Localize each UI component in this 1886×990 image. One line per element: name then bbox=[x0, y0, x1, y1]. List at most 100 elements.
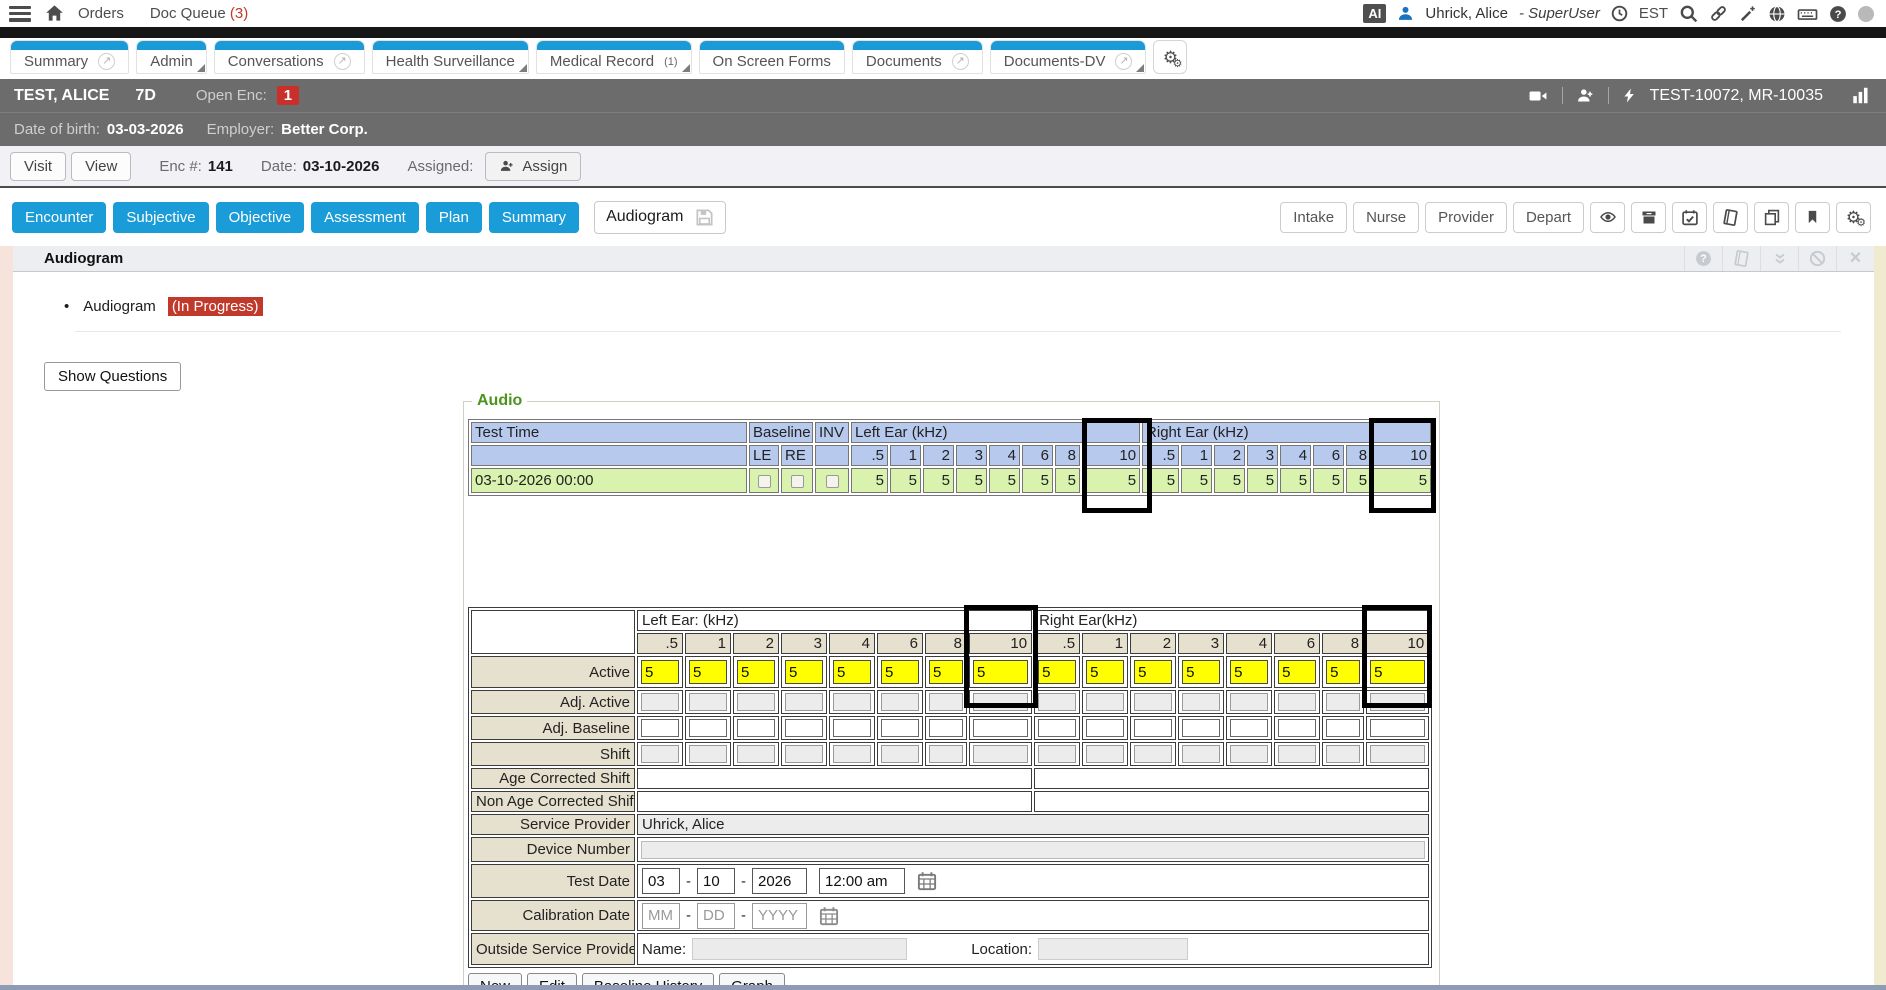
adj-baseline-field[interactable] bbox=[833, 719, 871, 737]
bookmark-button[interactable] bbox=[1795, 202, 1830, 233]
adj-baseline-field[interactable] bbox=[881, 719, 919, 737]
section-plan-button[interactable]: Plan bbox=[426, 202, 482, 233]
clock-icon[interactable] bbox=[1611, 5, 1628, 22]
active-input[interactable]: 5 bbox=[1326, 660, 1360, 684]
active-input[interactable]: 5 bbox=[929, 660, 963, 684]
active-input[interactable]: 5 bbox=[1134, 660, 1172, 684]
tab-on-screen-forms[interactable]: On Screen Forms bbox=[699, 40, 845, 74]
section-objective-button[interactable]: Objective bbox=[216, 202, 305, 233]
note-settings-button[interactable]: ⚙ ⚙ bbox=[1836, 202, 1871, 233]
test-row[interactable]: 03-10-2026 00:00 5 5 5 5 5 5 5 5 5 5 5 5… bbox=[471, 468, 1431, 493]
user-name[interactable]: Uhrick, Alice bbox=[1425, 5, 1508, 22]
nav-orders[interactable]: Orders bbox=[78, 5, 124, 22]
calibration-month-input[interactable] bbox=[642, 903, 680, 929]
section-book-icon[interactable] bbox=[1722, 246, 1760, 271]
help-icon[interactable]: ? bbox=[1829, 5, 1847, 23]
journal-button[interactable] bbox=[1713, 202, 1748, 233]
show-questions-button[interactable]: Show Questions bbox=[44, 362, 181, 391]
tab-settings-button[interactable]: ⚙ ⚙ bbox=[1153, 40, 1187, 74]
test-date-year-input[interactable] bbox=[752, 868, 807, 894]
copy-forward-button[interactable] bbox=[1754, 202, 1789, 233]
link-icon[interactable] bbox=[1709, 4, 1728, 23]
section-subjective-button[interactable]: Subjective bbox=[113, 202, 208, 233]
depart-button[interactable]: Depart bbox=[1513, 202, 1584, 233]
active-input[interactable]: 5 bbox=[1182, 660, 1220, 684]
test-date-day-input[interactable] bbox=[697, 868, 735, 894]
active-input[interactable]: 5 bbox=[737, 660, 775, 684]
tab-summary[interactable]: Summary↗ bbox=[10, 40, 129, 74]
active-input[interactable]: 5 bbox=[1038, 660, 1076, 684]
chart-stats-icon[interactable] bbox=[1850, 86, 1872, 105]
section-encounter-button[interactable]: Encounter bbox=[12, 202, 106, 233]
nurse-button[interactable]: Nurse bbox=[1353, 202, 1419, 233]
active-input[interactable]: 5 bbox=[1230, 660, 1268, 684]
preview-eye-button[interactable] bbox=[1590, 202, 1625, 233]
archive-button[interactable] bbox=[1631, 202, 1666, 233]
adj-baseline-field[interactable] bbox=[641, 719, 679, 737]
active-input[interactable]: 5 bbox=[1278, 660, 1316, 684]
home-icon[interactable] bbox=[45, 4, 64, 23]
adj-baseline-field[interactable] bbox=[1038, 719, 1076, 737]
active-input[interactable]: 5 bbox=[1086, 660, 1124, 684]
popup-arrow-icon[interactable]: ↗ bbox=[1115, 53, 1132, 70]
search-icon[interactable] bbox=[1679, 4, 1698, 23]
add-person-icon[interactable] bbox=[1576, 87, 1595, 104]
adj-baseline-field[interactable] bbox=[973, 719, 1028, 737]
section-assessment-button[interactable]: Assessment bbox=[311, 202, 419, 233]
audiogram-link[interactable]: Audiogram bbox=[83, 298, 156, 315]
adj-baseline-field[interactable] bbox=[689, 719, 727, 737]
tab-health-surveillance[interactable]: Health Surveillance bbox=[372, 40, 529, 74]
open-enc-badge[interactable]: 1 bbox=[277, 86, 299, 105]
adj-baseline-field[interactable] bbox=[1278, 719, 1316, 737]
adj-baseline-field[interactable] bbox=[1182, 719, 1220, 737]
outside-location-input[interactable] bbox=[1038, 938, 1188, 960]
outside-name-input[interactable] bbox=[692, 938, 907, 960]
adj-baseline-field[interactable] bbox=[1230, 719, 1268, 737]
magic-wand-icon[interactable] bbox=[1739, 5, 1757, 23]
disable-ban-icon[interactable] bbox=[1798, 246, 1836, 271]
baseline-le-checkbox[interactable] bbox=[758, 475, 771, 488]
intake-button[interactable]: Intake bbox=[1280, 202, 1347, 233]
calibration-year-input[interactable] bbox=[752, 903, 807, 929]
adj-baseline-field[interactable] bbox=[1086, 719, 1124, 737]
popup-arrow-icon[interactable]: ↗ bbox=[98, 53, 115, 70]
schedule-button[interactable] bbox=[1672, 202, 1707, 233]
active-input[interactable]: 5 bbox=[689, 660, 727, 684]
baseline-re-checkbox[interactable] bbox=[791, 475, 804, 488]
view-button[interactable]: View bbox=[71, 152, 131, 181]
assign-button[interactable]: Assign bbox=[485, 152, 581, 181]
test-time-input[interactable] bbox=[819, 868, 905, 894]
tab-documents-dv[interactable]: Documents-DV↗ bbox=[990, 40, 1147, 74]
tab-documents[interactable]: Documents↗ bbox=[852, 40, 983, 74]
nav-doc-queue[interactable]: Doc Queue (3) bbox=[150, 5, 248, 22]
inv-checkbox[interactable] bbox=[826, 475, 839, 488]
video-camera-icon[interactable] bbox=[1527, 87, 1549, 105]
active-input[interactable]: 5 bbox=[833, 660, 871, 684]
section-help-icon[interactable]: ? bbox=[1684, 246, 1722, 271]
close-icon[interactable]: × bbox=[1836, 246, 1874, 271]
calibration-day-input[interactable] bbox=[697, 903, 735, 929]
calendar-icon[interactable] bbox=[917, 871, 937, 891]
adj-baseline-field[interactable] bbox=[1326, 719, 1360, 737]
tab-admin[interactable]: Admin bbox=[136, 40, 207, 74]
audiogram-doc-tab[interactable]: Audiogram bbox=[594, 201, 726, 234]
globe-icon[interactable] bbox=[1768, 5, 1786, 23]
adj-baseline-field[interactable] bbox=[1370, 719, 1425, 737]
adj-baseline-field[interactable] bbox=[929, 719, 963, 737]
save-icon[interactable] bbox=[695, 208, 714, 227]
adj-baseline-field[interactable] bbox=[785, 719, 823, 737]
lightning-bolt-icon[interactable] bbox=[1622, 87, 1637, 104]
keyboard-icon[interactable] bbox=[1797, 5, 1818, 23]
adj-baseline-field[interactable] bbox=[737, 719, 775, 737]
visit-button[interactable]: Visit bbox=[10, 152, 66, 181]
active-input[interactable]: 5 bbox=[881, 660, 919, 684]
ai-badge[interactable]: AI bbox=[1363, 4, 1386, 23]
collapse-chevrons-icon[interactable] bbox=[1760, 246, 1798, 271]
active-input[interactable]: 5 bbox=[785, 660, 823, 684]
tab-conversations[interactable]: Conversations↗ bbox=[214, 40, 365, 74]
adj-baseline-field[interactable] bbox=[1134, 719, 1172, 737]
popup-arrow-icon[interactable]: ↗ bbox=[952, 53, 969, 70]
section-summary-button[interactable]: Summary bbox=[489, 202, 579, 233]
tab-medical-record[interactable]: Medical Record(1) bbox=[536, 40, 692, 74]
calendar-icon[interactable] bbox=[819, 906, 839, 926]
